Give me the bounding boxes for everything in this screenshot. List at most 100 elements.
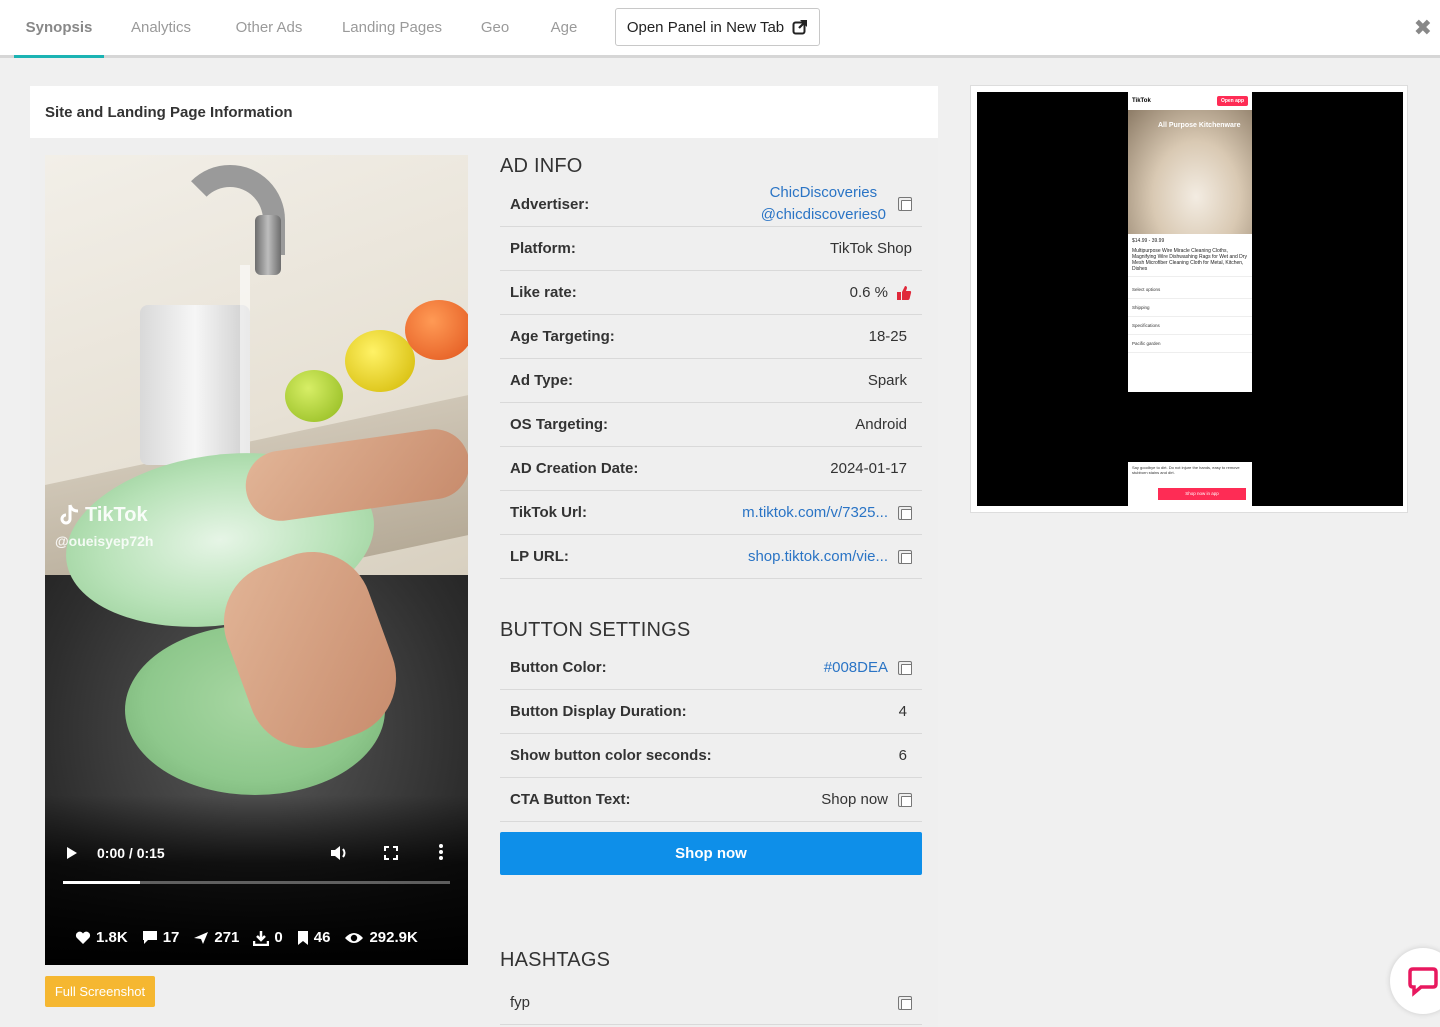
panel-title: Site and Landing Page Information bbox=[30, 86, 938, 138]
row-label: Platform: bbox=[510, 240, 576, 257]
row-value: 2024-01-17 bbox=[830, 460, 907, 477]
thumbs-up-icon bbox=[897, 285, 912, 300]
tab-geo[interactable]: Geo bbox=[472, 0, 518, 55]
video-progress-fill bbox=[63, 881, 141, 884]
preview-row: Shipping bbox=[1128, 299, 1252, 317]
row-label: Button Display Duration: bbox=[510, 703, 687, 720]
play-icon[interactable] bbox=[65, 845, 79, 861]
landing-page-preview[interactable]: TikTok Open app All Purpose Kitchenware … bbox=[970, 85, 1408, 513]
shares-count: 271 bbox=[214, 929, 240, 946]
open-panel-label: Open Panel in New Tab bbox=[626, 18, 785, 36]
comments-count: 17 bbox=[162, 929, 180, 946]
video-frame-faucet-spout bbox=[255, 215, 281, 275]
eye-icon bbox=[345, 932, 364, 943]
ad-info-row-ad-type: Ad Type: Spark bbox=[500, 359, 922, 403]
preview-row: Select options bbox=[1128, 281, 1252, 299]
tab-landing-pages[interactable]: Landing Pages bbox=[335, 0, 449, 55]
ad-info-column: AD INFO Advertiser: ChicDiscoveries @chi… bbox=[500, 155, 922, 1025]
shop-now-button[interactable]: Shop now bbox=[500, 832, 922, 875]
likes-count: 1.8K bbox=[96, 929, 128, 946]
ad-video-player[interactable]: TikTok @oueisyep72h 0:00 / 0:15 1.8K 17 bbox=[45, 155, 468, 965]
copy-icon[interactable] bbox=[898, 792, 912, 807]
comments-stat: 17 bbox=[142, 929, 180, 946]
video-frame-pumpkin-orange bbox=[405, 300, 468, 360]
views-stat: 292.9K bbox=[344, 929, 418, 946]
button-settings-row-color: Button Color: #008DEA bbox=[500, 646, 922, 690]
row-label: Like rate: bbox=[510, 284, 577, 301]
video-progress-bar[interactable] bbox=[63, 881, 450, 884]
downloads-count: 0 bbox=[274, 929, 283, 946]
advertiser-handle-link[interactable]: @chicdiscoveries0 bbox=[761, 204, 886, 226]
views-count: 292.9K bbox=[369, 929, 418, 946]
lp-url-link[interactable]: shop.tiktok.com/vie... bbox=[748, 548, 888, 565]
tiktok-url-link[interactable]: m.tiktok.com/v/7325... bbox=[742, 504, 888, 521]
full-screenshot-button[interactable]: Full Screenshot bbox=[45, 976, 155, 1007]
tiktok-watermark: TikTok bbox=[59, 503, 148, 527]
preview-row: Pacific garden bbox=[1128, 335, 1252, 353]
video-frame-utensil-holder bbox=[140, 305, 250, 465]
button-settings-row-color-seconds: Show button color seconds: 6 bbox=[500, 734, 922, 778]
tab-other-ads[interactable]: Other Ads bbox=[224, 0, 314, 55]
download-icon bbox=[253, 930, 270, 946]
tab-synopsis[interactable]: Synopsis bbox=[14, 0, 104, 58]
chat-icon bbox=[1408, 967, 1438, 997]
advertiser-names: ChicDiscoveries @chicdiscoveries0 bbox=[761, 182, 886, 226]
video-time: 0:00 / 0:15 bbox=[97, 845, 165, 861]
tab-age[interactable]: Age bbox=[540, 0, 588, 55]
button-color-value: #008DEA bbox=[823, 659, 888, 676]
close-icon[interactable]: ✖ bbox=[1414, 14, 1432, 42]
video-frame-pumpkin-yellow bbox=[345, 330, 415, 392]
hashtags-title: HASHTAGS bbox=[500, 949, 611, 971]
row-value: 4 bbox=[898, 703, 907, 720]
ad-info-row-os-targeting: OS Targeting: Android bbox=[500, 403, 922, 447]
copy-icon[interactable] bbox=[898, 197, 912, 211]
copy-icon[interactable] bbox=[898, 995, 912, 1010]
more-options-icon[interactable] bbox=[438, 843, 444, 861]
copy-icon[interactable] bbox=[898, 505, 912, 520]
ad-info-row-age-targeting: Age Targeting: 18-25 bbox=[500, 315, 922, 359]
row-value: 6 bbox=[898, 747, 907, 764]
button-settings-row-display-duration: Button Display Duration: 4 bbox=[500, 690, 922, 734]
button-settings-row-cta-text: CTA Button Text: Shop now bbox=[500, 778, 922, 822]
row-label: Age Targeting: bbox=[510, 328, 615, 345]
copy-icon[interactable] bbox=[898, 549, 912, 564]
row-label: LP URL: bbox=[510, 548, 569, 565]
hashtag-item: fyp bbox=[510, 994, 531, 1011]
external-link-icon bbox=[792, 20, 808, 35]
preview-row: Specifications bbox=[1128, 317, 1252, 335]
advertiser-name-link[interactable]: ChicDiscoveries bbox=[761, 182, 886, 204]
comment-icon bbox=[142, 931, 157, 944]
tab-analytics[interactable]: Analytics bbox=[120, 0, 202, 55]
tiktok-logo-icon bbox=[60, 504, 79, 525]
ad-info-row-like-rate: Like rate: 0.6 % bbox=[500, 271, 922, 315]
preview-phone-bottom: Say goodbye to dirt. Do not injure the h… bbox=[1128, 462, 1252, 506]
saves-stat: 46 bbox=[297, 929, 330, 946]
video-controls: 0:00 / 0:15 bbox=[45, 839, 468, 869]
preview-phone-page: TikTok Open app All Purpose Kitchenware … bbox=[1128, 92, 1252, 392]
row-label: Show button color seconds: bbox=[510, 747, 712, 764]
button-settings-title: BUTTON SETTINGS bbox=[500, 619, 691, 641]
preview-cta: Shop now in app bbox=[1158, 488, 1246, 500]
fullscreen-icon[interactable] bbox=[383, 845, 399, 861]
divider bbox=[1128, 276, 1252, 277]
volume-icon[interactable] bbox=[329, 844, 349, 862]
open-panel-new-tab-button[interactable]: Open Panel in New Tab bbox=[615, 8, 820, 46]
row-value: #008DEA bbox=[824, 659, 912, 676]
preview-screen: TikTok Open app All Purpose Kitchenware … bbox=[977, 92, 1403, 506]
row-label: Advertiser: bbox=[510, 195, 590, 213]
tiktok-handle: @oueisyep72h bbox=[55, 533, 154, 549]
preview-description: Multipurpose Wire Miracle Cleaning Cloth… bbox=[1132, 248, 1247, 272]
likes-stat: 1.8K bbox=[75, 929, 128, 946]
row-value: Shop now bbox=[821, 791, 912, 808]
tiktok-watermark-text: TikTok bbox=[85, 503, 148, 526]
ad-info-title: AD INFO bbox=[500, 155, 583, 177]
row-label: CTA Button Text: bbox=[510, 791, 631, 808]
preview-bottom-text: Say goodbye to dirt. Do not injure the h… bbox=[1132, 465, 1240, 475]
row-label: Ad Type: bbox=[510, 372, 574, 389]
downloads-stat: 0 bbox=[253, 929, 283, 946]
share-icon bbox=[194, 931, 209, 944]
copy-icon[interactable] bbox=[898, 660, 912, 675]
cta-text-value: Shop now bbox=[821, 791, 888, 808]
ad-info-row-advertiser: Advertiser: ChicDiscoveries @chicdiscove… bbox=[500, 182, 922, 227]
chat-support-button[interactable] bbox=[1390, 948, 1440, 1014]
